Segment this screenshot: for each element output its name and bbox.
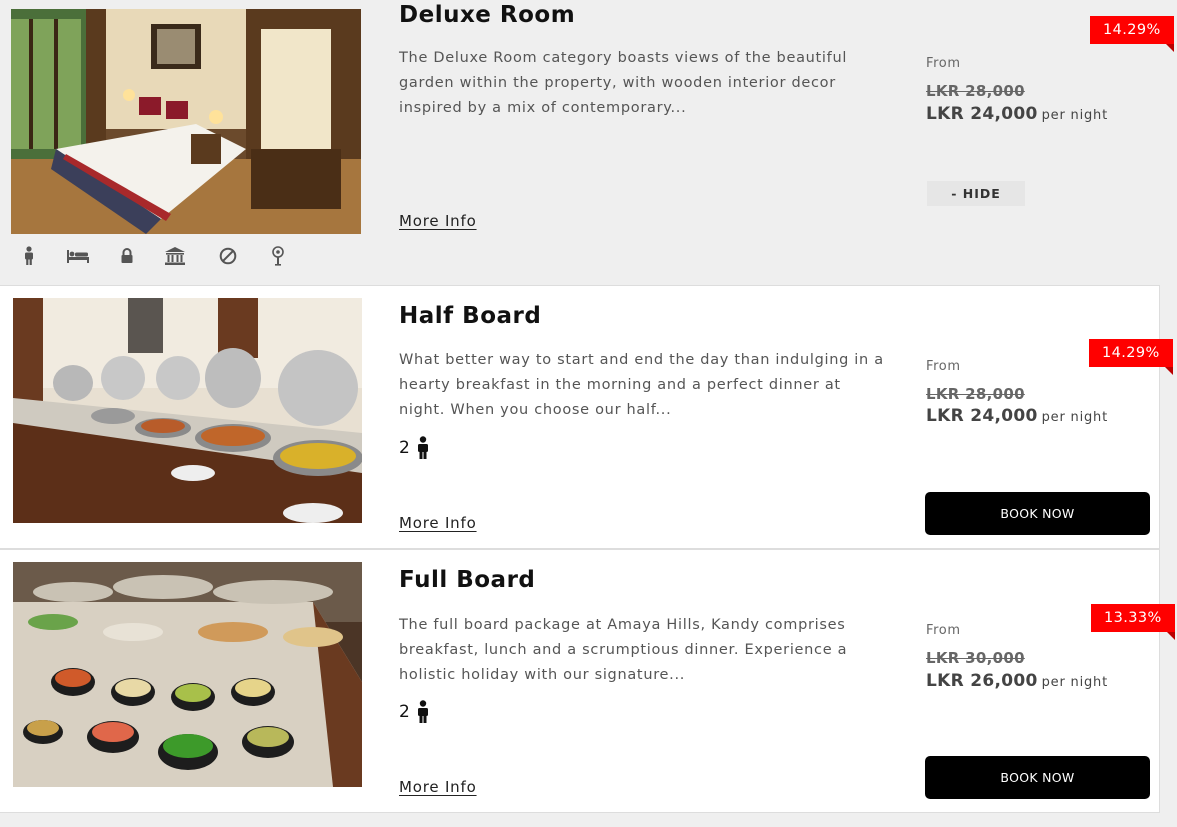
per-night-label: per night bbox=[1041, 410, 1108, 425]
book-now-button[interactable]: BOOK NOW bbox=[925, 492, 1150, 535]
room-description: The full board package at Amaya Hills, K… bbox=[399, 617, 848, 683]
lock-icon bbox=[115, 245, 139, 267]
person-icon bbox=[417, 700, 428, 723]
book-now-button[interactable]: BOOK NOW bbox=[925, 756, 1150, 799]
per-night-label: per night bbox=[1041, 675, 1108, 690]
more-info-link[interactable]: More Info bbox=[399, 514, 477, 532]
bed-icon bbox=[65, 245, 91, 267]
room-full-board: Full Board The full board package at Ama… bbox=[0, 549, 1175, 813]
person-icon bbox=[17, 245, 41, 267]
room-photo-deluxe[interactable] bbox=[11, 9, 361, 234]
from-label: From bbox=[926, 56, 961, 71]
more-info-link[interactable]: More Info bbox=[399, 212, 477, 230]
no-smoking-icon bbox=[216, 245, 240, 267]
current-price: LKR 24,000 per night bbox=[926, 104, 1108, 124]
guest-count: 2 bbox=[399, 700, 431, 724]
room-title: Half Board bbox=[399, 303, 542, 329]
room-description: The Deluxe Room category boasts views of… bbox=[399, 50, 848, 116]
guest-count: 2 bbox=[399, 436, 431, 460]
guest-count-value: 2 bbox=[399, 702, 410, 722]
discount-badge: 13.33% bbox=[1091, 604, 1175, 640]
room-photo-full-board[interactable] bbox=[13, 562, 362, 787]
price-value: LKR 24,000 bbox=[926, 406, 1038, 426]
discount-badge: 14.29% bbox=[1089, 339, 1173, 375]
room-deluxe: Deluxe Room The Deluxe Room category boa… bbox=[0, 0, 1177, 285]
current-price: LKR 24,000 per night bbox=[926, 406, 1108, 426]
room-description: What better way to start and end the day… bbox=[399, 352, 884, 418]
discount-badge: 14.29% bbox=[1090, 16, 1174, 52]
person-icon bbox=[417, 436, 428, 459]
room-title: Deluxe Room bbox=[399, 2, 576, 28]
price-value: LKR 24,000 bbox=[926, 104, 1038, 124]
room-photo-half-board[interactable] bbox=[13, 298, 362, 523]
old-price: LKR 28,000 bbox=[926, 82, 1025, 100]
room-title: Full Board bbox=[399, 567, 536, 593]
price-value: LKR 26,000 bbox=[926, 671, 1038, 691]
old-price: LKR 28,000 bbox=[926, 385, 1025, 403]
old-price: LKR 30,000 bbox=[926, 649, 1025, 667]
hair-dryer-icon bbox=[266, 245, 290, 267]
more-info-link[interactable]: More Info bbox=[399, 778, 477, 796]
bank-icon bbox=[163, 245, 187, 267]
current-price: LKR 26,000 per night bbox=[926, 671, 1108, 691]
from-label: From bbox=[926, 623, 961, 638]
per-night-label: per night bbox=[1041, 108, 1108, 123]
from-label: From bbox=[926, 359, 961, 374]
room-half-board: Half Board What better way to start and … bbox=[0, 285, 1173, 549]
guest-count-value: 2 bbox=[399, 438, 410, 458]
hide-button[interactable]: - HIDE bbox=[927, 181, 1025, 206]
